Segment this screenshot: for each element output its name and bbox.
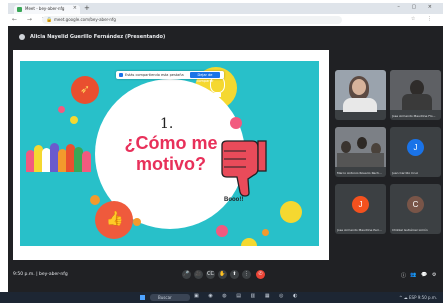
microphone-button[interactable]: 🎤: [182, 270, 191, 279]
participant-tile[interactable]: C Chikkel Gutiérrez Limón: [390, 184, 441, 234]
time-and-meeting-code: 9:50 p.m. | bey-aber-nfg: [13, 272, 68, 277]
system-tray[interactable]: ^ ☁ ESP 9:50 p.m.: [399, 295, 437, 300]
meet-header: Alicia Nayelid Guerillo Fernández (Prese…: [8, 26, 443, 48]
thumbs-down-icon: [221, 140, 267, 197]
meeting-info-icon[interactable]: ⓘ: [401, 272, 406, 279]
pink-dot: [58, 106, 65, 113]
chat-icon[interactable]: 💬: [421, 272, 427, 278]
windows-start-icon[interactable]: [140, 295, 145, 300]
present-button[interactable]: ⬆: [230, 270, 239, 279]
orange-dot: [90, 195, 100, 205]
close-tab-icon[interactable]: ×: [73, 5, 77, 11]
participant-video: [335, 127, 386, 167]
windows-taskbar: Buscar ▣ ◉ ◍ ▤ ▥ ▦ ◎ ◐ ^ ☁ ESP 9:50 p.m.: [0, 292, 443, 303]
new-tab-button[interactable]: +: [84, 4, 90, 12]
end-call-button[interactable]: ✆: [256, 270, 265, 279]
share-notice-bar: Estás compartiendo esta pestaña Dejar de…: [116, 71, 224, 83]
orange-dot: [262, 229, 269, 236]
address-bar[interactable]: 🔒 meet.google.com/bey-aber-nfg: [42, 16, 342, 24]
participant-tile[interactable]: [335, 70, 386, 120]
browser-extension-icons[interactable]: ☆ ⋮: [411, 16, 437, 22]
participant-name: Juan Carrillo Cruz: [392, 171, 418, 175]
participant-tile[interactable]: J Juan Carrillo Cruz: [390, 127, 441, 177]
participant-name: Chikkel Gutiérrez Limón: [392, 228, 428, 232]
yellow-dot: [241, 238, 257, 246]
people-icon[interactable]: 👥: [410, 272, 416, 278]
taskbar-app-icons[interactable]: ▣ ◉ ◍ ▤ ▥ ▦ ◎ ◐: [194, 293, 301, 299]
presenter-icon: [19, 34, 25, 40]
participant-avatar: C: [407, 196, 424, 213]
meet-window: Alicia Nayelid Guerillo Fernández (Prese…: [8, 26, 443, 292]
tab-title: Meet - bey-aber-nfg: [25, 6, 65, 11]
cheering-crowd-illustration: [26, 138, 92, 172]
presenter-label: Alicia Nayelid Guerillo Fernández (Prese…: [30, 34, 166, 40]
participant-name: Jose Armando Maudline Peri...: [337, 228, 382, 232]
pink-dot: [216, 225, 228, 237]
pink-dot: [230, 117, 242, 129]
participant-avatar: J: [352, 196, 369, 213]
browser-tab[interactable]: Meet - bey-aber-nfg ×: [14, 5, 80, 14]
meet-control-bar: 9:50 p.m. | bey-aber-nfg 🎤 🎥 CC ✋ ⬆ ⋮ ✆ …: [8, 264, 443, 292]
yellow-dot: [280, 201, 302, 223]
participant-tile[interactable]: J Jose Armando Maudline Peri...: [335, 184, 386, 234]
share-icon: [119, 73, 123, 77]
yellow-dot: [70, 116, 78, 124]
participant-tile[interactable]: Jose Armando Maudline Flo...: [390, 70, 441, 120]
activities-icon[interactable]: ⚙: [432, 272, 436, 278]
presentation-slide: ➶ 1. ¿Cómo me motivo? Booo!! 👍 Estás com…: [20, 61, 319, 246]
thumbs-up-icon: 👍: [106, 211, 124, 227]
taskbar-search[interactable]: Buscar: [150, 294, 190, 301]
booing-text: Booo!!: [224, 197, 244, 203]
url-text[interactable]: meet.google.com/bey-aber-nfg: [54, 17, 116, 22]
participant-avatar: J: [407, 139, 424, 156]
orange-dot: [133, 218, 141, 226]
raise-hand-button[interactable]: ✋: [218, 270, 227, 279]
meet-favicon-icon: [17, 7, 22, 12]
slide-number: 1.: [160, 116, 174, 132]
camera-button[interactable]: 🎥: [194, 270, 203, 279]
participant-video: [335, 70, 386, 112]
participant-tile[interactable]: Marco Antonio Rosario Rech...: [335, 127, 386, 177]
rocket-icon: ➶: [80, 82, 91, 96]
captions-button[interactable]: CC: [206, 270, 215, 279]
presentation-stage: ➶ 1. ¿Cómo me motivo? Booo!! 👍 Estás com…: [13, 50, 329, 260]
participant-name: Jose Armando Maudline Flo...: [392, 114, 436, 118]
more-options-button[interactable]: ⋮: [242, 270, 251, 279]
window-controls[interactable]: – ▢ ×: [397, 4, 437, 10]
participant-video: [390, 70, 441, 110]
stop-sharing-button[interactable]: Dejar de compartir: [190, 72, 220, 83]
share-notice-text: Estás compartiendo esta pestaña: [125, 73, 184, 77]
browser-tab-strip: Meet - bey-aber-nfg × + – ▢ ×: [8, 3, 443, 14]
participant-name: Marco Antonio Rosario Rech...: [337, 171, 382, 175]
lock-icon: 🔒: [46, 17, 53, 23]
